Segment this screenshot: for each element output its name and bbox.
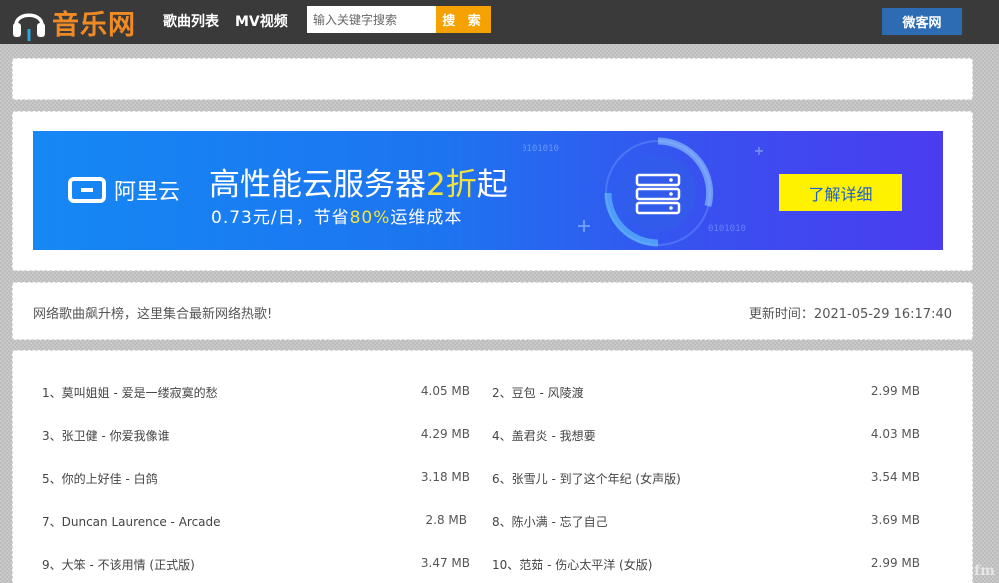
song-item[interactable]: 8、陈小满 - 忘了自己 3.69 MB: [492, 513, 920, 533]
song-title: 10、范茹 - 伤心太平洋 (女版): [492, 558, 653, 572]
ad-subline: 0.73元/日，节省80%运维成本: [211, 203, 462, 228]
aliyun-logo: 阿里云: [68, 174, 180, 206]
song-title: 8、陈小满 - 忘了自己: [492, 515, 608, 529]
song-size: 3.54 MB: [870, 470, 920, 484]
update-time: 更新时间：2021-05-29 16:17:40: [748, 307, 952, 322]
song-title: 1、莫叫姐姐 - 爱是一缕寂寞的愁: [42, 386, 218, 400]
song-title: 6、张雪儿 - 到了这个年纪 (女声版): [492, 472, 681, 486]
song-item[interactable]: 1、莫叫姐姐 - 爱是一缕寂寞的愁 4.05 MB: [42, 384, 470, 404]
song-size: 3.18 MB: [420, 470, 470, 484]
logo-text: 音乐网: [52, 9, 136, 41]
ad-headline-suffix: 起: [476, 167, 508, 203]
song-size: 4.29 MB: [420, 427, 470, 441]
song-item[interactable]: 5、你的上好佳 - 白鸽 3.18 MB: [42, 470, 470, 490]
aliyun-ad-banner[interactable]: 阿里云 高性能云服务器2折起 0.73元/日，节省80%运维成本 0101010…: [33, 131, 943, 250]
chart-description: 网络歌曲飙升榜，这里集合最新网络热歌!: [33, 307, 273, 322]
song-item[interactable]: 6、张雪儿 - 到了这个年纪 (女声版) 3.54 MB: [492, 470, 920, 490]
server-icon: 0101010 0101010: [523, 137, 763, 247]
top-navigation-bar: 音乐网 歌曲列表 MV视频 搜 索 微客网: [0, 0, 999, 44]
nav-song-list[interactable]: 歌曲列表: [163, 11, 219, 31]
ad-sub-prefix: 0.73元/日，节省: [211, 208, 350, 228]
song-size: 4.03 MB: [870, 427, 920, 441]
song-list-panel: 1、莫叫姐姐 - 爱是一缕寂寞的愁 4.05 MB 2、豆包 - 风陵渡 2.9…: [12, 350, 973, 583]
song-item[interactable]: 4、盖君炎 - 我想要 4.03 MB: [492, 427, 920, 447]
song-item[interactable]: 9、大笨 - 不该用情 (正式版) 3.47 MB: [42, 556, 470, 576]
ad-sub-highlight: 80%: [349, 208, 391, 228]
ad-learn-more-button[interactable]: 了解详细: [779, 174, 902, 211]
song-title: 9、大笨 - 不该用情 (正式版): [42, 558, 195, 572]
song-size: 2.8 MB: [425, 513, 467, 527]
song-item[interactable]: 3、张卫健 - 你爱我像谁 4.29 MB: [42, 427, 470, 447]
ad-headline: 高性能云服务器2折起: [209, 159, 508, 204]
weike-button[interactable]: 微客网: [882, 8, 962, 35]
aliyun-logo-icon: [68, 177, 106, 203]
watermark: fm: [974, 563, 995, 579]
song-item[interactable]: 7、Duncan Laurence - Arcade 2.8 MB: [42, 513, 467, 533]
nav-mv-video[interactable]: MV视频: [235, 11, 288, 31]
song-size: 3.47 MB: [420, 556, 470, 570]
empty-panel: [12, 58, 973, 100]
song-size: 2.99 MB: [870, 556, 920, 570]
ad-panel: 阿里云 高性能云服务器2折起 0.73元/日，节省80%运维成本 0101010…: [12, 111, 973, 271]
song-size: 4.05 MB: [420, 384, 470, 398]
ad-headline-highlight: 2折: [426, 167, 477, 203]
search-button[interactable]: 搜 索: [436, 6, 491, 33]
ad-deco-binary-2: 0101010: [708, 224, 746, 234]
song-item[interactable]: 10、范茹 - 伤心太平洋 (女版) 2.99 MB: [492, 556, 920, 576]
headphones-icon: [13, 13, 45, 41]
song-title: 5、你的上好佳 - 白鸽: [42, 472, 158, 486]
song-item[interactable]: 2、豆包 - 风陵渡 2.99 MB: [492, 384, 920, 404]
search-input[interactable]: [307, 6, 436, 33]
song-size: 3.69 MB: [870, 513, 920, 527]
song-size: 2.99 MB: [870, 384, 920, 398]
song-title: 4、盖君炎 - 我想要: [492, 429, 596, 443]
ad-brand: 阿里云: [114, 180, 181, 205]
song-title: 2、豆包 - 风陵渡: [492, 386, 584, 400]
ad-sub-suffix: 运维成本: [390, 208, 463, 228]
song-title: 7、Duncan Laurence - Arcade: [42, 515, 221, 529]
ad-headline-prefix: 高性能云服务器: [209, 167, 426, 203]
info-panel: 网络歌曲飙升榜，这里集合最新网络热歌! 更新时间：2021-05-29 16:1…: [12, 282, 973, 340]
site-logo[interactable]: 音乐网: [12, 2, 136, 42]
ad-deco-binary-1: 0101010: [523, 144, 559, 154]
song-title: 3、张卫健 - 你爱我像谁: [42, 429, 170, 443]
